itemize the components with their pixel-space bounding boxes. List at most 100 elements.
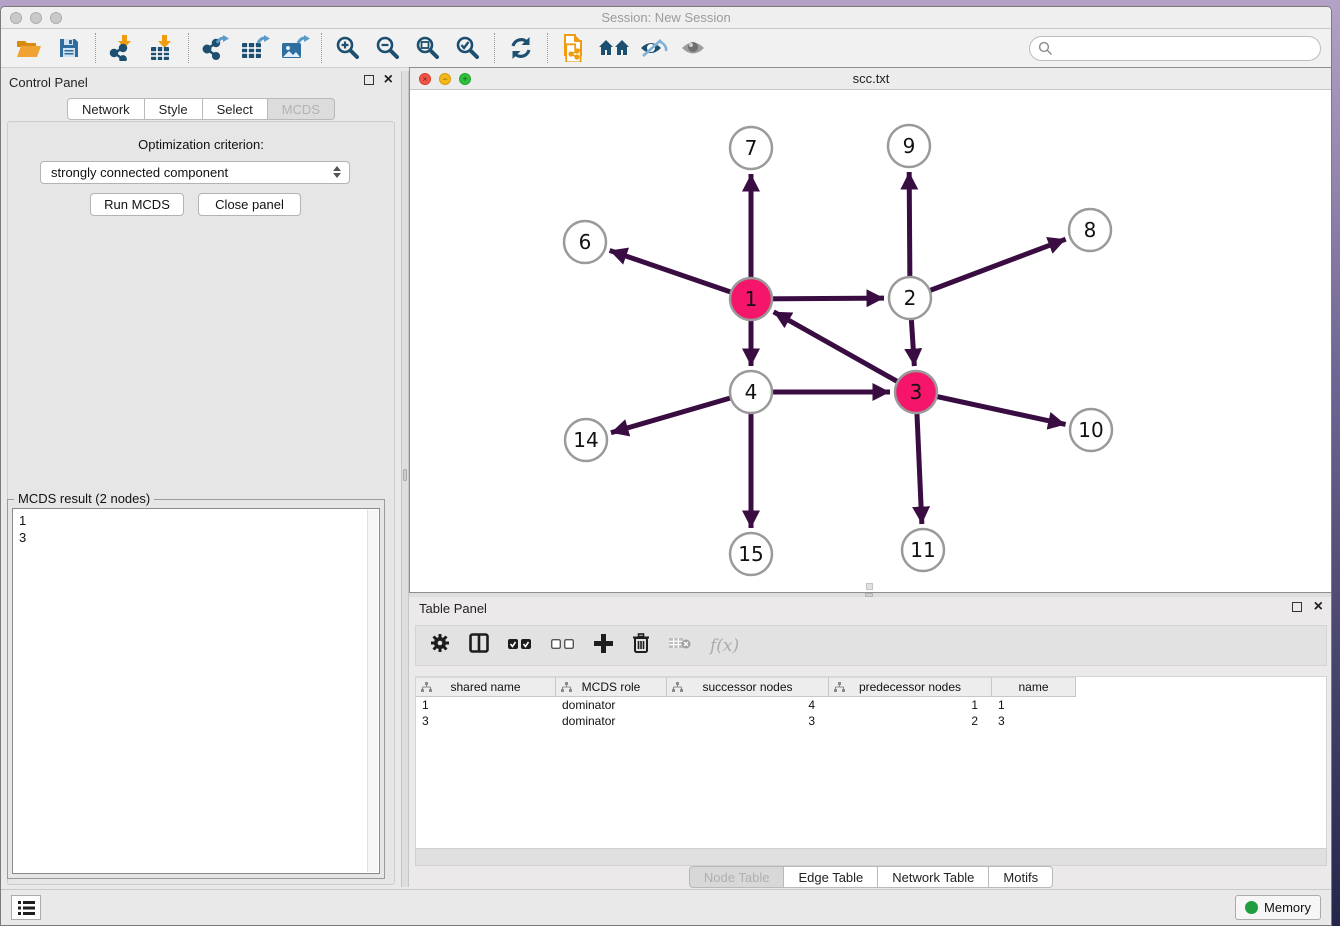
zoom-in-icon[interactable] — [328, 31, 368, 65]
splitter-grip[interactable] — [403, 469, 407, 481]
close-panel-button[interactable]: Close panel — [198, 193, 301, 216]
float-table-panel-icon[interactable] — [1292, 602, 1302, 612]
cell-name[interactable]: 1 — [992, 697, 1076, 713]
memory-label: Memory — [1264, 900, 1311, 915]
close-panel-icon[interactable]: × — [384, 74, 393, 86]
graph-node-11[interactable]: 11 — [902, 529, 944, 571]
graph-node-2[interactable]: 2 — [889, 277, 931, 319]
export-network-icon[interactable] — [195, 31, 235, 65]
graph-node-15[interactable]: 15 — [730, 533, 772, 575]
cell-shared-name[interactable]: 3 — [416, 713, 556, 729]
edge-3-10[interactable] — [916, 392, 1066, 424]
search-icon — [1038, 41, 1053, 56]
cell-successor-nodes[interactable]: 4 — [667, 697, 829, 713]
cell-successor-nodes[interactable]: 3 — [667, 713, 829, 729]
run-mcds-button[interactable]: Run MCDS — [90, 193, 184, 216]
graph-node-6[interactable]: 6 — [564, 221, 606, 263]
gear-icon[interactable] — [430, 633, 450, 658]
criterion-select[interactable]: strongly connected component — [40, 161, 350, 184]
cell-shared-name[interactable]: 1 — [416, 697, 556, 713]
tab-mcds[interactable]: MCDS — [268, 98, 335, 120]
graph-node-1[interactable]: 1 — [730, 278, 772, 320]
node-label: 9 — [903, 134, 916, 158]
save-session-icon[interactable] — [49, 31, 89, 65]
search-input[interactable] — [1029, 36, 1321, 61]
node-label: 14 — [573, 428, 598, 452]
node-label: 8 — [1084, 218, 1097, 242]
column-header-predecessor-nodes[interactable]: predecessor nodes — [829, 677, 992, 697]
task-history-button[interactable] — [11, 895, 41, 920]
tab-select[interactable]: Select — [203, 98, 268, 120]
delete-icon[interactable] — [632, 633, 650, 659]
graph-node-4[interactable]: 4 — [730, 371, 772, 413]
show-graphics-icon[interactable] — [674, 31, 714, 65]
zoom-out-icon[interactable] — [368, 31, 408, 65]
zoom-fit-icon[interactable] — [408, 31, 448, 65]
table-footer-strip — [415, 848, 1327, 866]
cell-mcds-role[interactable]: dominator — [556, 697, 667, 713]
zoom-selected-icon[interactable] — [448, 31, 488, 65]
edge-3-1[interactable] — [774, 312, 916, 392]
cell-predecessor-nodes[interactable]: 2 — [829, 713, 992, 729]
graph-node-9[interactable]: 9 — [888, 125, 930, 167]
column-header-shared-name[interactable]: shared name — [416, 677, 556, 697]
column-header-name[interactable]: name — [992, 677, 1076, 697]
mcds-result-textarea[interactable]: 1 3 — [12, 508, 380, 874]
toolbar-separator — [547, 33, 548, 63]
memory-button[interactable]: Memory — [1235, 895, 1321, 920]
vertical-splitter[interactable] — [401, 71, 409, 887]
column-hierarchy-icon — [834, 682, 845, 693]
hide-graphics-icon[interactable] — [634, 31, 674, 65]
graph-node-7[interactable]: 7 — [730, 127, 772, 169]
column-hierarchy-icon — [561, 682, 572, 693]
graph-node-14[interactable]: 14 — [565, 419, 607, 461]
graph-node-8[interactable]: 8 — [1069, 209, 1111, 251]
node-label: 3 — [910, 380, 923, 404]
import-network-icon[interactable] — [102, 31, 142, 65]
toolbar-separator — [494, 33, 495, 63]
tab-motifs[interactable]: Motifs — [989, 866, 1053, 888]
edge-2-8[interactable] — [910, 239, 1066, 298]
edge-1-6[interactable] — [610, 250, 751, 299]
tab-style[interactable]: Style — [145, 98, 203, 120]
node-label: 15 — [738, 542, 763, 566]
table-header-row: shared nameMCDS rolesuccessor nodesprede… — [416, 677, 1326, 697]
column-hierarchy-icon — [672, 682, 683, 693]
first-neighbors-icon[interactable] — [594, 31, 634, 65]
status-bar: Memory — [1, 889, 1331, 925]
cell-predecessor-nodes[interactable]: 1 — [829, 697, 992, 713]
table-row: 3dominator323 — [416, 713, 1326, 729]
tab-edge-table[interactable]: Edge Table — [784, 866, 878, 888]
new-network-from-selection-icon[interactable] — [554, 31, 594, 65]
result-scrollbar[interactable] — [367, 510, 378, 872]
export-image-icon[interactable] — [275, 31, 315, 65]
graph-node-3[interactable]: 3 — [895, 371, 937, 413]
export-table-icon[interactable] — [235, 31, 275, 65]
cell-name[interactable]: 3 — [992, 713, 1076, 729]
control-panel-tabs: NetworkStyleSelectMCDS — [1, 98, 401, 120]
graph-node-10[interactable]: 10 — [1070, 409, 1112, 451]
column-header-successor-nodes[interactable]: successor nodes — [667, 677, 829, 697]
open-session-icon[interactable] — [9, 31, 49, 65]
list-icon — [18, 901, 35, 915]
tab-node-table[interactable]: Node Table — [689, 866, 785, 888]
table-panel: Table Panel × — [409, 597, 1332, 891]
refresh-icon[interactable] — [501, 31, 541, 65]
clear-checks-icon[interactable] — [551, 637, 575, 655]
float-panel-icon[interactable] — [364, 75, 374, 85]
column-header-mcds-role[interactable]: MCDS role — [556, 677, 667, 697]
table-row: 1dominator411 — [416, 697, 1326, 713]
select-all-checks-icon[interactable] — [508, 637, 532, 655]
tab-network-table[interactable]: Network Table — [878, 866, 989, 888]
window-title: Session: New Session — [1, 10, 1331, 25]
tab-network[interactable]: Network — [67, 98, 145, 120]
criterion-value: strongly connected component — [51, 165, 228, 180]
close-table-panel-icon[interactable]: × — [1314, 601, 1323, 613]
network-canvas[interactable]: 7 9 6 8 1 2 4 3 14 10 15 11 — [410, 90, 1332, 592]
import-table-icon[interactable] — [142, 31, 182, 65]
canvas-resize-grip[interactable] — [866, 583, 873, 590]
column-layout-icon[interactable] — [469, 633, 489, 658]
add-column-icon[interactable] — [594, 634, 613, 658]
table-toolbar: f(x) — [415, 625, 1327, 666]
cell-mcds-role[interactable]: dominator — [556, 713, 667, 729]
